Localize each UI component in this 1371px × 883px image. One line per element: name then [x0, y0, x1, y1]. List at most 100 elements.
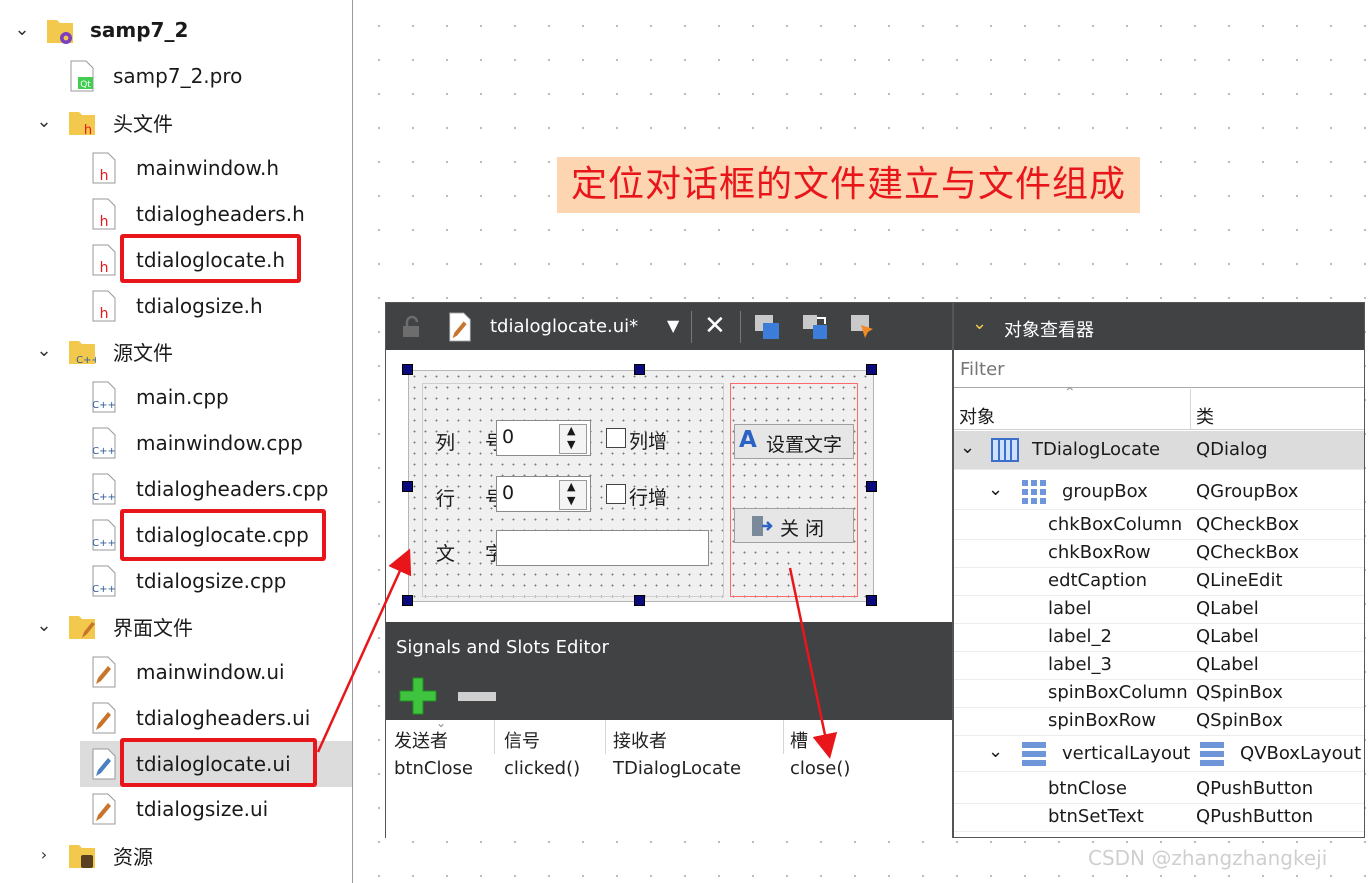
inspector-row[interactable]: chkBoxRow QCheckBox — [954, 539, 1364, 568]
column-header-slot[interactable]: 槽 — [790, 727, 808, 753]
chevron-right-icon[interactable]: › — [34, 845, 54, 865]
arrow-down-icon[interactable]: ▼ — [567, 494, 575, 507]
inspector-row[interactable]: label_2 QLabel — [954, 623, 1364, 652]
tree-item[interactable]: mainwindow.ui — [0, 649, 352, 695]
object-name: spinBoxRow — [1048, 710, 1157, 731]
header-file-icon: h — [92, 290, 116, 322]
chevron-down-icon[interactable]: ⌄ — [12, 20, 32, 40]
selection-handle[interactable] — [866, 364, 877, 375]
tree-group-resources[interactable]: › 资源 — [0, 832, 352, 878]
tree-group-sources[interactable]: ⌄ C++ 源文件 — [0, 328, 352, 374]
row-spinbox[interactable]: 0 ▲ ▼ — [496, 476, 591, 512]
dropdown-arrow-icon[interactable]: ▼ — [667, 316, 679, 335]
object-name: label_3 — [1048, 654, 1112, 675]
tree-item[interactable]: C++ main.cpp — [0, 374, 352, 420]
vertical-layout[interactable]: A 设置文字 关 闭 — [730, 383, 858, 597]
selection-handle[interactable] — [634, 364, 645, 375]
edit-widgets-icon[interactable] — [752, 312, 782, 342]
inspector-row-selected[interactable]: ⌄ TDialogLocate QDialog — [954, 431, 1364, 470]
dialog-form[interactable]: 列 号 0 ▲ ▼ 列增 行 号 0 ▲ ▼ 行增 文 字 A 设置文字 关 闭 — [408, 370, 874, 602]
inspector-title: 对象查看器 — [1004, 320, 1094, 341]
selection-handle[interactable] — [402, 595, 413, 606]
set-text-button[interactable]: A 设置文字 — [734, 424, 854, 459]
column-header-receiver[interactable]: 接收者 — [613, 727, 667, 753]
column-increment-checkbox[interactable] — [606, 428, 626, 448]
column-header-sender[interactable]: 发送者 — [394, 727, 448, 753]
chevron-down-icon[interactable]: ⌄ — [988, 479, 1003, 500]
inspector-row[interactable]: label_3 QLabel — [954, 651, 1364, 680]
selection-handle[interactable] — [866, 481, 877, 492]
tree-item[interactable]: h mainwindow.h — [0, 145, 352, 191]
vertical-layout-icon — [1200, 742, 1224, 766]
inspector-row[interactable]: btnSetText QPushButton — [954, 803, 1364, 832]
tree-item-label: tdialogheaders.ui — [136, 706, 311, 730]
inspector-row[interactable]: spinBoxColumn QSpinBox — [954, 679, 1364, 708]
tree-item-pro[interactable]: Qt samp7_2.pro — [0, 53, 352, 99]
column-header-signal[interactable]: 信号 — [504, 727, 540, 753]
file-tab-label[interactable]: tdialoglocate.ui* — [490, 316, 638, 337]
close-icon[interactable]: ✕ — [704, 311, 726, 341]
inspector-row[interactable]: btnClose QPushButton — [954, 775, 1364, 804]
column-header-class[interactable]: 类 — [1196, 403, 1214, 429]
inspector-row[interactable]: ⌄ groupBox QGroupBox — [954, 475, 1364, 510]
vertical-layout-icon — [1022, 742, 1046, 766]
tree-group-headers[interactable]: ⌄ h 头文件 — [0, 99, 352, 145]
selection-handle[interactable] — [634, 595, 645, 606]
arrow-up-icon[interactable]: ▲ — [567, 480, 575, 493]
tree-item[interactable]: C++ mainwindow.cpp — [0, 420, 352, 466]
chevron-down-icon[interactable]: ⌄ — [988, 741, 1003, 762]
inspector-row[interactable]: ⌄ verticalLayout QVBoxLayout — [954, 737, 1364, 772]
inspector-row[interactable]: spinBoxRow QSpinBox — [954, 707, 1364, 736]
remove-connection-icon[interactable] — [458, 692, 496, 701]
column-divider — [783, 720, 784, 754]
tree-item[interactable]: tdialogheaders.ui — [0, 695, 352, 741]
inspector-row[interactable]: chkBoxColumn QCheckBox — [954, 511, 1364, 540]
arrow-up-icon[interactable]: ▲ — [567, 424, 575, 437]
selection-handle[interactable] — [402, 481, 413, 492]
table-row[interactable]: btnClose clicked() TDialogLocate close() — [386, 755, 952, 785]
chevron-down-icon[interactable]: ⌄ — [34, 616, 54, 636]
spinbox-arrows[interactable]: ▲ ▼ — [559, 424, 587, 454]
inspector-row[interactable]: label QLabel — [954, 595, 1364, 624]
highlight-box — [120, 738, 317, 787]
chevron-down-icon[interactable]: ⌄ — [960, 437, 975, 458]
form-folder-icon — [69, 616, 95, 639]
tree-group-forms[interactable]: ⌄ 界面文件 — [0, 603, 352, 649]
tree-item[interactable]: tdialogsize.ui — [0, 786, 352, 832]
project-tree: ⌄ samp7_2 Qt samp7_2.pro ⌄ h 头文件 h mainw… — [0, 0, 353, 883]
sort-indicator-icon: ⌄ — [436, 716, 447, 730]
cpp-file-icon: C++ — [92, 427, 116, 459]
svg-text:h: h — [100, 214, 109, 230]
add-connection-icon[interactable] — [398, 676, 438, 716]
row-increment-checkbox[interactable] — [606, 484, 626, 504]
tree-item[interactable]: C++ tdialogsize.cpp — [0, 558, 352, 604]
lock-open-icon[interactable] — [400, 315, 424, 339]
selection-handle[interactable] — [402, 364, 413, 375]
tree-root[interactable]: ⌄ samp7_2 — [0, 7, 352, 53]
column-increment-label: 列增 — [629, 431, 668, 453]
signals-editor-header: Signals and Slots Editor — [386, 622, 952, 720]
edit-signals-slots-icon[interactable] — [800, 312, 830, 342]
selection-handle[interactable] — [866, 595, 877, 606]
inspector-row[interactable]: edtCaption QLineEdit — [954, 567, 1364, 596]
close-button[interactable]: 关 闭 — [734, 508, 854, 543]
object-name: chkBoxColumn — [1048, 514, 1183, 535]
chevron-down-icon[interactable]: ⌄ — [34, 341, 54, 361]
group-box[interactable]: 列 号 0 ▲ ▼ 列增 行 号 0 ▲ ▼ 行增 文 字 — [422, 383, 724, 597]
tree-item[interactable]: C++ tdialogheaders.cpp — [0, 466, 352, 512]
chevron-down-icon[interactable]: ⌄ — [34, 112, 54, 132]
tree-item[interactable]: h tdialogheaders.h — [0, 191, 352, 237]
spinbox-arrows[interactable]: ▲ ▼ — [559, 480, 587, 510]
arrow-down-icon[interactable]: ▼ — [567, 438, 575, 451]
close-button-label: 关 闭 — [780, 518, 825, 540]
header-file-icon: h — [92, 198, 116, 230]
tree-item-label: mainwindow.ui — [136, 660, 285, 684]
column-spinbox[interactable]: 0 ▲ ▼ — [496, 420, 591, 456]
tree-item[interactable]: h tdialogsize.h — [0, 283, 352, 329]
column-header-object[interactable]: 对象 — [959, 403, 995, 429]
edit-buddies-icon[interactable] — [848, 312, 878, 342]
chevron-down-icon[interactable]: ⌄ — [972, 313, 987, 334]
caption-input[interactable] — [496, 530, 709, 566]
class-name: QLabel — [1196, 598, 1259, 619]
filter-input[interactable] — [954, 351, 1364, 388]
